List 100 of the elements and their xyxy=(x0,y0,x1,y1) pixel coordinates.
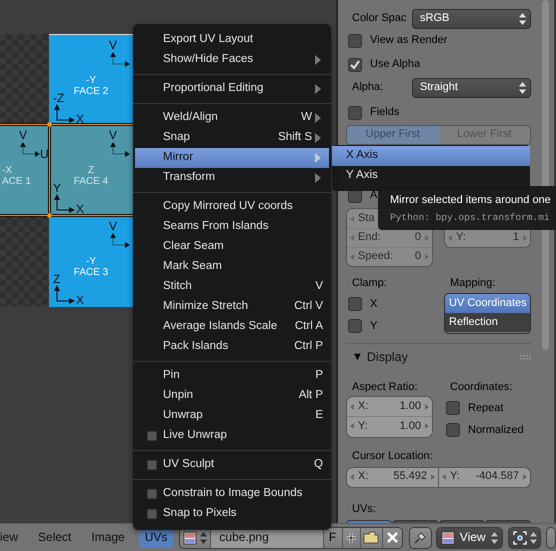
menu-item[interactable]: Proportional Editing xyxy=(135,79,329,99)
shortcut-text: Alt P xyxy=(298,389,323,403)
menu-item[interactable]: Y Axis xyxy=(332,166,530,186)
dropdown[interactable]: sRGB xyxy=(412,9,531,29)
decrement-arrow-icon[interactable] xyxy=(350,404,354,410)
face-label: FACE 4 xyxy=(74,176,108,187)
axis-label: X xyxy=(76,294,84,306)
menu-item[interactable]: Average Islands Scale Ctrl A xyxy=(135,317,329,337)
increment-arrow-icon[interactable] xyxy=(425,423,429,430)
menu-button[interactable]: iew xyxy=(0,527,24,548)
increment-arrow-icon[interactable] xyxy=(425,254,429,260)
checkbox[interactable] xyxy=(348,319,362,334)
decrement-arrow-icon[interactable] xyxy=(350,254,354,260)
option-button[interactable]: UV Coordinates xyxy=(445,294,530,314)
menu-item[interactable]: Clear Seam xyxy=(135,237,329,257)
checkbox[interactable] xyxy=(446,423,460,438)
menu-item[interactable]: Seams From Islands xyxy=(135,217,329,237)
checkbox[interactable] xyxy=(348,106,362,120)
pin-button[interactable] xyxy=(410,528,431,548)
checkbox[interactable] xyxy=(348,34,362,48)
folder-icon xyxy=(363,531,380,544)
menu-item[interactable]: Mark Seam xyxy=(135,257,329,277)
axis-arrow-icon xyxy=(20,141,40,157)
face-label: ACE 1 xyxy=(2,176,31,187)
grip-icon[interactable] xyxy=(520,354,531,360)
axis-label: V xyxy=(109,39,118,51)
number-field[interactable]: Y: 1.00 xyxy=(347,416,432,436)
menu-item[interactable]: Snap to Pixels xyxy=(135,504,329,524)
menu-item[interactable]: Minimize Stretch Ctrl V xyxy=(135,297,329,317)
menu-item[interactable]: Weld/Align W xyxy=(135,108,329,128)
image-icon xyxy=(440,530,455,544)
number-field[interactable]: End: 0 xyxy=(347,228,432,247)
increment-arrow-icon[interactable] xyxy=(425,235,429,241)
view-dropdown[interactable]: View xyxy=(436,528,502,548)
menu-item[interactable]: Pin P xyxy=(135,366,329,386)
number-field[interactable]: Speed: 0 xyxy=(347,247,432,266)
option-button[interactable]: Reflection xyxy=(445,313,530,332)
updown-arrows-icon xyxy=(490,532,498,544)
decrement-arrow-icon[interactable] xyxy=(350,423,354,430)
pivot-dropdown[interactable] xyxy=(508,528,540,548)
checkbox[interactable] xyxy=(147,460,157,470)
axis-label: X xyxy=(76,113,84,125)
face-label: FACE 2 xyxy=(74,86,108,97)
axis-label: V xyxy=(109,220,118,232)
face-label: -X xyxy=(2,165,12,176)
axis-arrow-icon xyxy=(110,141,130,157)
axis-label: X xyxy=(76,203,84,215)
checkbox-label: View as Render xyxy=(370,34,448,48)
close-icon xyxy=(386,532,398,543)
menu-item[interactable]: Live Unwrap xyxy=(135,426,329,446)
panel-title[interactable]: Display xyxy=(366,350,408,365)
menu-item[interactable]: Unpin Alt P xyxy=(135,386,329,406)
open-button[interactable] xyxy=(360,528,383,548)
menu-button[interactable]: Select xyxy=(32,527,78,548)
decrement-arrow-icon[interactable] xyxy=(448,235,452,241)
updown-arrows-icon xyxy=(519,82,526,94)
section-label: Mapping: xyxy=(449,277,496,290)
checkbox[interactable] xyxy=(147,509,157,519)
decrement-arrow-icon[interactable] xyxy=(350,235,354,241)
shortcut-text: Ctrl V xyxy=(294,300,323,314)
checkbox[interactable] xyxy=(147,431,157,441)
axis-arrow-icon xyxy=(53,285,75,305)
menu-item[interactable]: Mirror xyxy=(135,148,329,168)
axis-label: -Z xyxy=(53,92,64,104)
fake-user-button[interactable]: F xyxy=(324,528,343,548)
unlink-button[interactable] xyxy=(382,528,402,548)
menu-button[interactable]: Image xyxy=(85,527,131,548)
new-button[interactable] xyxy=(342,528,361,548)
decrement-arrow-icon[interactable] xyxy=(350,216,354,222)
menu-item[interactable]: Copy Mirrored UV coords xyxy=(135,197,329,217)
dropdown[interactable]: Straight xyxy=(412,78,531,98)
checkbox[interactable] xyxy=(348,297,362,312)
shortcut-text: Shift S xyxy=(278,131,312,145)
checkbox[interactable] xyxy=(348,58,362,72)
axis-arrow-icon xyxy=(110,232,130,248)
shortcut-text: Q xyxy=(314,458,323,472)
menu-item[interactable]: UV Sculpt Q xyxy=(135,455,329,475)
menu-item[interactable]: Pack Islands Ctrl P xyxy=(135,337,329,357)
axis-label: Z xyxy=(53,273,60,285)
menu-item[interactable]: Show/Hide Faces xyxy=(135,50,329,70)
image-icon xyxy=(183,530,198,544)
number-field[interactable]: X: 1.00 xyxy=(347,397,432,416)
menu-item[interactable]: Transform xyxy=(135,168,329,188)
checkbox-label: Fields xyxy=(370,106,400,120)
menu-item[interactable]: Stitch V xyxy=(135,277,329,297)
checkbox[interactable] xyxy=(147,489,157,499)
checkbox[interactable] xyxy=(446,401,460,416)
section-label: Aspect Ratio: xyxy=(351,381,418,394)
snap-button[interactable] xyxy=(547,528,555,548)
increment-arrow-icon[interactable] xyxy=(523,235,527,241)
menu-item[interactable]: Constrain to Image Bounds xyxy=(135,484,329,504)
menu-item[interactable]: Export UV Layout xyxy=(135,30,329,50)
increment-arrow-icon[interactable] xyxy=(425,404,429,410)
menu-item[interactable]: X Axis xyxy=(332,146,530,166)
shortcut-text: P xyxy=(315,369,323,383)
checkmark-icon xyxy=(349,59,361,71)
menu-item[interactable]: Unwrap E xyxy=(135,406,329,426)
updown-arrows-icon xyxy=(530,532,537,544)
expand-triangle[interactable]: ▼ xyxy=(352,350,363,364)
section-label: Clamp: xyxy=(351,277,388,290)
